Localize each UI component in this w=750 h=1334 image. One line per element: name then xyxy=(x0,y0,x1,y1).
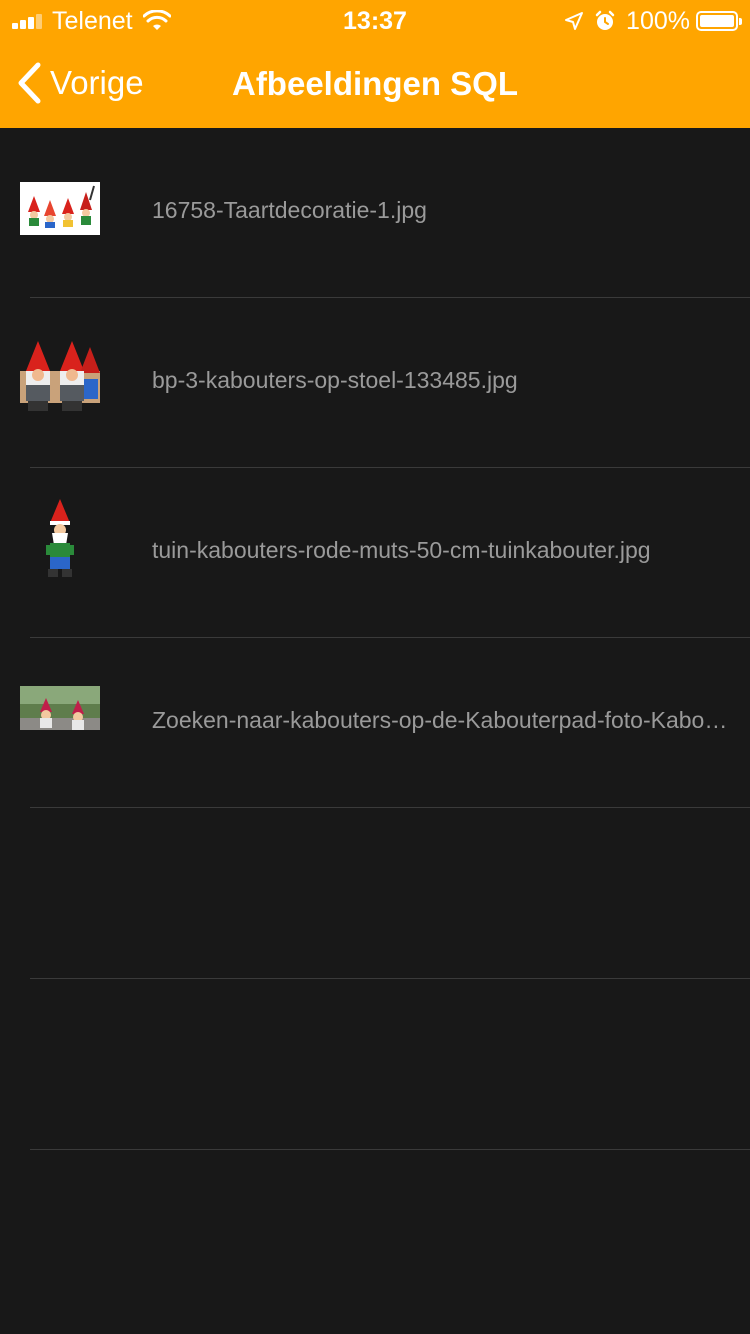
row-separator xyxy=(30,1149,750,1150)
status-bar: Telenet 13:37 100% xyxy=(0,0,750,40)
list-item-label: bp-3-kabouters-op-stoel-133485.jpg xyxy=(152,367,518,393)
list-item-label: tuin-kabouters-rode-muts-50-cm-tuinkabou… xyxy=(152,537,651,563)
list-item[interactable]: tuin-kabouters-rode-muts-50-cm-tuinkabou… xyxy=(0,468,750,638)
thumbnail-image xyxy=(20,182,100,235)
page-title: Afbeeldingen SQL xyxy=(231,65,518,102)
thumbnail-image xyxy=(20,499,100,579)
thumbnail-image xyxy=(20,341,100,415)
screen: Telenet 13:37 100% Vorige Afbeeldingen S… xyxy=(0,0,750,1334)
thumbnail-image xyxy=(20,686,100,730)
list-item[interactable]: 16758-Taartdecoratie-1.jpg xyxy=(0,128,750,298)
battery-percentage: 100% xyxy=(626,6,690,35)
status-right: 100% xyxy=(564,6,742,36)
navigation-bar: Vorige Afbeeldingen SQL xyxy=(0,40,750,128)
empty-row xyxy=(0,979,750,1150)
list-item[interactable]: Zoeken-naar-kabouters-op-de-Kabouterpad-… xyxy=(0,638,750,808)
alarm-icon xyxy=(595,10,615,30)
image-list: 16758-Taartdecoratie-1.jpg bp-3-kabouter… xyxy=(0,128,750,1150)
location-arrow-icon xyxy=(565,12,584,30)
list-item-label: 16758-Taartdecoratie-1.jpg xyxy=(152,197,427,223)
battery-icon xyxy=(696,11,742,31)
header: Telenet 13:37 100% Vorige Afbeeldingen S… xyxy=(0,0,750,128)
list-item[interactable]: bp-3-kabouters-op-stoel-133485.jpg xyxy=(0,298,750,468)
list-item-label: Zoeken-naar-kabouters-op-de-Kabouterpad-… xyxy=(152,707,728,733)
empty-row xyxy=(0,808,750,979)
